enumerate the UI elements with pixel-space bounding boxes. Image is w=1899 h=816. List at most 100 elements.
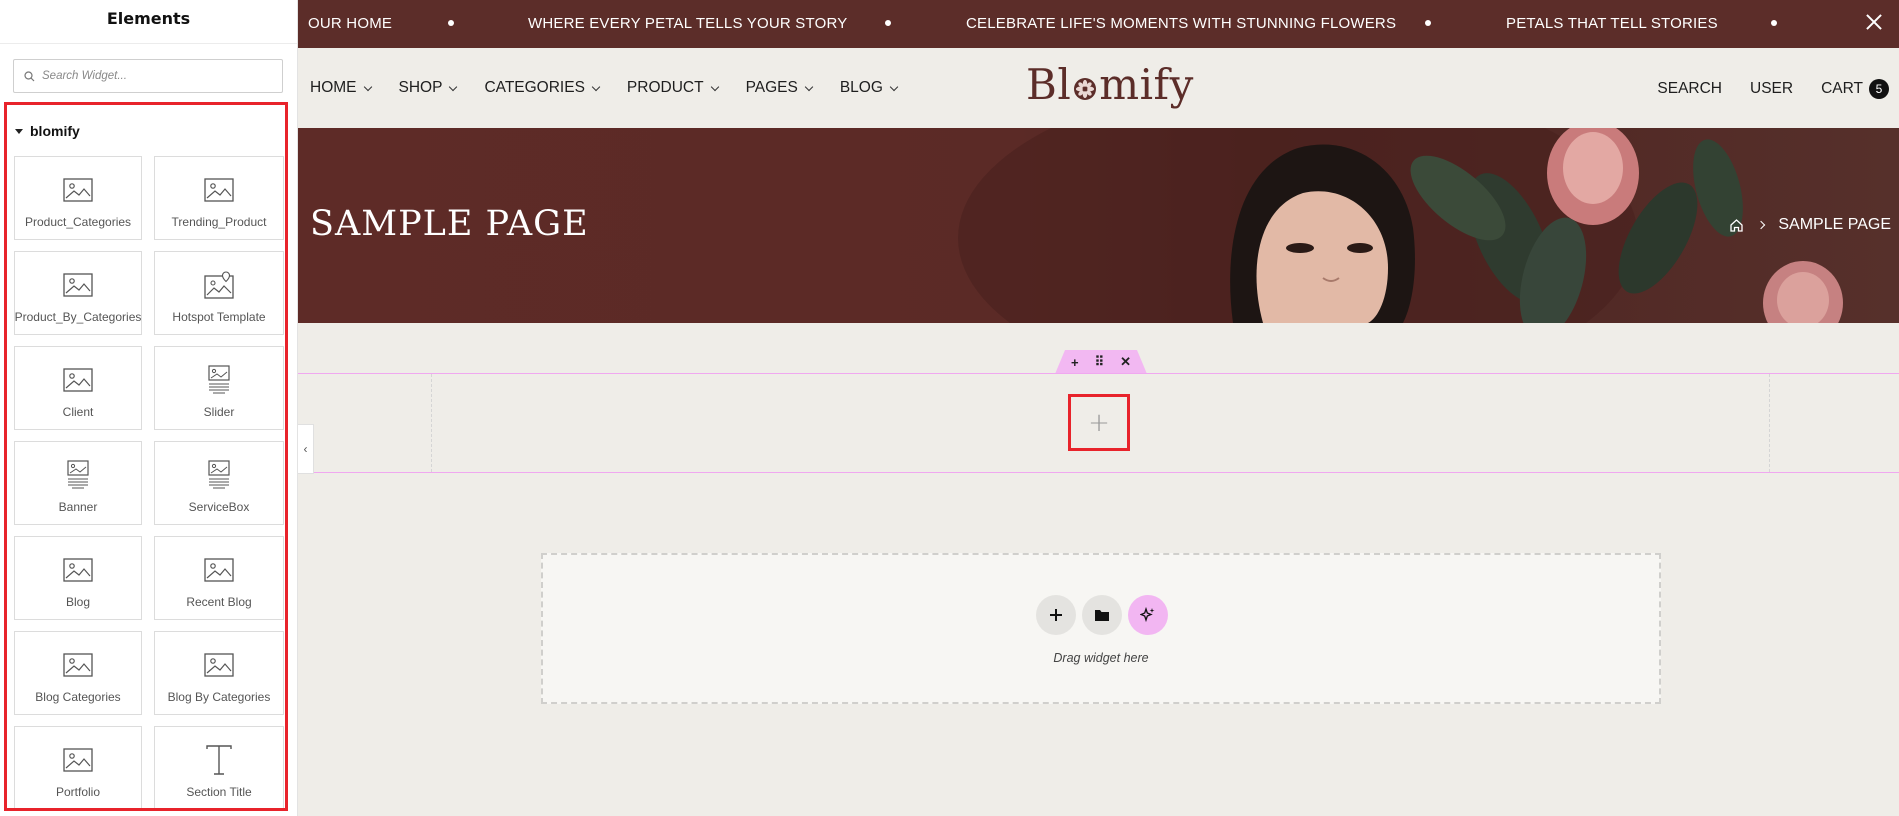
column-divider [1769, 374, 1770, 472]
image-icon [63, 270, 93, 300]
caret-down-icon [15, 128, 23, 134]
nav-label: CATEGORIES [484, 79, 585, 96]
widget-label: Blog Categories [35, 690, 121, 704]
plus-icon [1050, 609, 1062, 621]
widget-tile[interactable]: Product_Categories [14, 156, 142, 240]
announcement-marquee: OUR HOME WHERE EVERY PETAL TELLS YOUR ST… [298, 0, 1899, 48]
logo-text-start: Bl [1026, 60, 1072, 109]
image-pin-icon [204, 270, 234, 300]
widget-tile[interactable]: Blog [14, 536, 142, 620]
widget-label: Slider [203, 405, 235, 419]
delete-section-icon[interactable]: ✕ [1120, 354, 1131, 370]
breadcrumb-current: SAMPLE PAGE [1778, 216, 1891, 233]
slider-icon [66, 460, 90, 490]
marquee-item: OUR HOME [308, 15, 393, 32]
nav-label: SHOP [398, 79, 443, 96]
widget-tile[interactable]: Client [14, 346, 142, 430]
nav-product[interactable]: PRODUCT [627, 79, 719, 97]
chevron-down-icon [449, 82, 458, 91]
column-divider [431, 374, 432, 472]
widget-tile[interactable]: Slider [154, 346, 284, 430]
widget-grid: Product_Categories Trending_Product Produc… [14, 156, 285, 808]
nav-blog[interactable]: BLOG [840, 79, 899, 97]
widget-tile[interactable]: Product_By_Categories [14, 251, 142, 335]
widget-label: Portfolio [55, 785, 101, 799]
add-element-button[interactable]: + [1068, 394, 1130, 451]
folder-icon [1095, 610, 1109, 621]
marquee-dot [448, 20, 454, 26]
image-icon [63, 650, 93, 680]
marquee-item: PETALS THAT TELL STORIES [1506, 15, 1718, 32]
nav-pages[interactable]: PAGES [745, 79, 814, 97]
widget-tile[interactable]: Portfolio [14, 726, 142, 808]
add-section-icon[interactable]: + [1071, 355, 1079, 370]
nav-label: HOME [310, 79, 357, 96]
cart-label: CART [1821, 80, 1863, 97]
collapse-panel-button[interactable]: ‹ [298, 424, 314, 474]
widget-drop-zone[interactable]: Drag widget here [541, 553, 1661, 704]
widget-label: Section Title [186, 785, 252, 799]
chevron-down-icon [363, 82, 372, 91]
widget-label: Product_By_Categories [14, 310, 142, 324]
widget-tile[interactable]: Hotspot Template [154, 251, 284, 335]
widget-tile[interactable]: Section Title [154, 726, 284, 808]
widget-tile[interactable]: Blog Categories [14, 631, 142, 715]
image-icon [63, 555, 93, 585]
image-icon [204, 555, 234, 585]
search-widget-field[interactable] [13, 59, 283, 93]
category-header-blomify[interactable]: blomify [15, 123, 80, 139]
template-library-button[interactable] [1082, 595, 1122, 635]
nav-label: PAGES [745, 79, 798, 96]
image-icon [63, 365, 93, 395]
search-link[interactable]: SEARCH [1657, 80, 1722, 98]
widget-label: Recent Blog [186, 595, 252, 609]
add-section-button[interactable] [1036, 595, 1076, 635]
cart-link[interactable]: CART 5 [1821, 79, 1889, 99]
widget-tile[interactable]: ServiceBox [154, 441, 284, 525]
site-logo[interactable]: Bl mify [1026, 60, 1194, 109]
chevron-down-icon [889, 82, 899, 91]
cart-count-badge: 5 [1869, 79, 1889, 99]
chevron-down-icon [804, 82, 814, 91]
marquee-dot [1771, 20, 1777, 26]
editor-section[interactable]: + [298, 373, 1899, 473]
marquee-dot [1425, 20, 1431, 26]
widget-tile[interactable]: Recent Blog [154, 536, 284, 620]
widget-tile[interactable]: Banner [14, 441, 142, 525]
widget-label: Blog By Categories [167, 690, 271, 704]
image-icon [204, 175, 234, 205]
slider-icon [207, 365, 231, 395]
header-actions: SEARCH USER CART 5 [1629, 79, 1889, 99]
drop-zone-actions [1036, 595, 1168, 635]
logo-text-end: mify [1099, 60, 1194, 109]
page-title: SAMPLE PAGE [310, 204, 589, 244]
widget-label: Product_Categories [24, 215, 132, 229]
widget-tile[interactable]: Trending_Product [154, 156, 284, 240]
search-widget-input[interactable] [42, 66, 272, 86]
category-label: blomify [30, 123, 80, 139]
image-icon [204, 650, 234, 680]
search-icon [24, 71, 35, 82]
image-icon [63, 175, 93, 205]
home-icon[interactable] [1729, 218, 1744, 233]
nav-home[interactable]: HOME [310, 79, 372, 97]
ai-assist-button[interactable] [1128, 595, 1168, 635]
chevron-down-icon [591, 82, 601, 91]
widget-label: Banner [58, 500, 98, 514]
marquee-dot [885, 20, 891, 26]
sparkle-icon [1140, 607, 1155, 623]
page-hero-banner: SAMPLE PAGE SAMPLE PAGE [298, 128, 1899, 323]
nav-shop[interactable]: SHOP [398, 79, 458, 97]
widget-tile[interactable]: Blog By Categories [154, 631, 284, 715]
nav-categories[interactable]: CATEGORIES [484, 79, 601, 97]
site-header: HOME SHOP CATEGORIES PRODUCT PAGES BLOG … [298, 48, 1899, 128]
panel-title: Elements [0, 0, 297, 44]
widget-label: Hotspot Template [172, 310, 266, 324]
drag-section-icon[interactable]: ⠿ [1095, 354, 1105, 370]
flower-icon [1074, 77, 1097, 100]
marquee-item: CELEBRATE LIFE'S MOMENTS WITH STUNNING F… [966, 15, 1397, 32]
chevron-left-icon: ‹ [303, 442, 308, 456]
close-icon[interactable] [1861, 10, 1887, 36]
user-link[interactable]: USER [1750, 80, 1793, 98]
image-icon [63, 745, 93, 775]
